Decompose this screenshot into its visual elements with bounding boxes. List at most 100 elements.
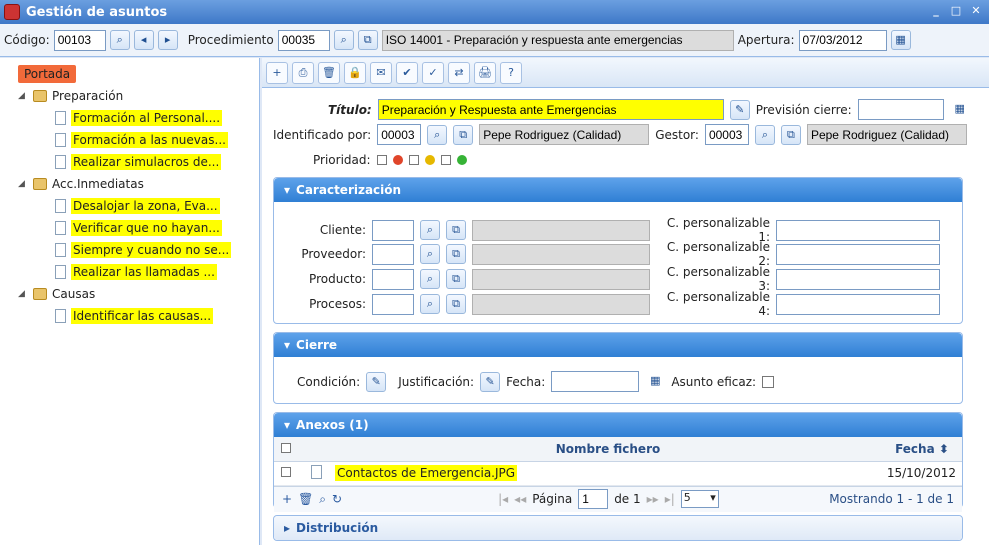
select-all-checkbox[interactable] <box>281 442 291 453</box>
tree-item[interactable]: Identificar las causas... <box>55 306 214 326</box>
search-icon[interactable]: ⌕ <box>420 220 440 240</box>
next-page-icon[interactable]: ▸▸ <box>647 492 659 506</box>
expand-icon[interactable]: ◢ <box>18 289 28 299</box>
cliente-field[interactable] <box>372 219 414 241</box>
print-button[interactable]: 🖨 <box>474 61 496 84</box>
tree-item-label[interactable]: Verificar que no hayan... <box>71 220 222 236</box>
custom-field-1[interactable] <box>776 219 940 241</box>
close-button[interactable]: ✕ <box>969 4 983 18</box>
open-icon[interactable]: ⧉ <box>446 220 466 240</box>
tree-item-label[interactable]: Formación a las nuevas... <box>71 132 228 148</box>
next-icon[interactable]: ▸ <box>157 30 178 50</box>
tree-item-label[interactable]: Desalojar la zona, Eva... <box>71 198 220 214</box>
tree-item[interactable]: Desalojar la zona, Eva... <box>55 196 220 216</box>
nombre-column-header[interactable]: Nombre fichero <box>334 437 882 462</box>
eficaz-checkbox[interactable] <box>762 375 775 388</box>
tree-item-label[interactable]: Formación al Personal.... <box>71 110 223 126</box>
file-name[interactable]: Contactos de Emergencia.JPG <box>335 465 518 481</box>
custom-field-4[interactable] <box>776 293 940 315</box>
sort-icon[interactable]: ⬍ <box>939 442 949 456</box>
approve-button[interactable]: ✔ <box>396 61 418 84</box>
prevision-date-field[interactable] <box>857 99 944 120</box>
collapse-icon[interactable]: ▾ <box>284 418 290 432</box>
custom-field-3[interactable] <box>776 268 940 290</box>
codigo-field[interactable] <box>53 29 106 51</box>
row-checkbox[interactable] <box>281 467 291 477</box>
distribucion-header[interactable]: ▸ Distribución <box>274 516 962 540</box>
tree-item[interactable]: Realizar las llamadas ... <box>55 262 217 282</box>
tree-root-label[interactable]: Portada <box>18 65 77 83</box>
comment-icon[interactable]: ✎ <box>480 371 501 392</box>
add-button[interactable]: + <box>266 61 288 84</box>
tree-item[interactable]: Siempre y cuando no se... <box>55 240 232 260</box>
maximize-button[interactable]: □ <box>949 4 963 18</box>
collapse-icon[interactable]: ▾ <box>284 183 290 197</box>
open-icon[interactable]: ⧉ <box>780 124 801 145</box>
check-button[interactable]: ✓ <box>422 61 444 84</box>
search-icon[interactable]: ⌕ <box>109 30 130 50</box>
anexos-header[interactable]: ▾ Anexos (1) <box>274 413 962 437</box>
search-icon[interactable]: ⌕ <box>427 124 448 145</box>
refresh-icon[interactable]: ↻ <box>332 492 342 506</box>
open-icon[interactable]: ⧉ <box>446 294 466 314</box>
expand-icon[interactable]: ▸ <box>284 521 290 535</box>
open-procedimiento-icon[interactable]: ⧉ <box>357 30 378 50</box>
proveedor-field[interactable] <box>372 243 414 265</box>
search-icon[interactable]: ⌕ <box>754 124 775 145</box>
tree-group-label[interactable]: Causas <box>52 287 95 301</box>
calendar-icon[interactable]: ▦ <box>950 100 970 120</box>
mail-button[interactable]: ✉ <box>370 61 392 84</box>
search-icon[interactable]: ⌕ <box>319 492 326 507</box>
tree-item[interactable]: Verificar que no hayan... <box>55 218 222 238</box>
first-page-icon[interactable]: |◂ <box>498 492 508 506</box>
calendar-icon[interactable]: ▦ <box>645 372 665 392</box>
caracterizacion-header[interactable]: ▾ Caracterización <box>274 178 962 202</box>
tree-item-label[interactable]: Identificar las causas... <box>71 308 214 324</box>
custom-field-2[interactable] <box>776 243 940 265</box>
apertura-date-field[interactable] <box>798 29 887 51</box>
priority-medium-checkbox[interactable] <box>408 155 419 165</box>
prev-icon[interactable]: ◂ <box>133 30 154 50</box>
open-icon[interactable]: ⧉ <box>446 244 466 264</box>
expand-icon[interactable]: ◢ <box>18 179 28 189</box>
add-file-icon[interactable]: + <box>282 492 292 506</box>
tree-item[interactable]: Formación al Personal.... <box>55 108 223 128</box>
procedimiento-field[interactable] <box>277 29 330 51</box>
tree-group-causas[interactable]: ◢ Causas <box>18 284 95 304</box>
tree-item[interactable]: Realizar simulacros de... <box>55 152 222 172</box>
tree-item-label[interactable]: Realizar simulacros de... <box>71 154 222 170</box>
collapse-icon[interactable]: ▾ <box>284 338 290 352</box>
tree-group-acc-inmediatas[interactable]: ◢ Acc.Inmediatas <box>18 174 144 194</box>
search-procedimiento-icon[interactable]: ⌕ <box>333 30 354 50</box>
priority-high-checkbox[interactable] <box>376 155 387 165</box>
tree-group-label[interactable]: Acc.Inmediatas <box>52 177 144 191</box>
comment-icon[interactable]: ✎ <box>366 371 387 392</box>
fecha-column-header[interactable]: Fecha ⬍ <box>882 437 962 462</box>
producto-field[interactable] <box>372 268 414 290</box>
fecha-field[interactable] <box>551 371 640 392</box>
open-icon[interactable]: ⧉ <box>446 269 466 289</box>
transfer-button[interactable]: ⇄ <box>448 61 470 84</box>
open-icon[interactable]: ⧉ <box>453 124 474 145</box>
priority-low-checkbox[interactable] <box>440 155 451 165</box>
minimize-button[interactable]: _ <box>929 4 943 18</box>
procesos-field[interactable] <box>372 293 414 315</box>
search-icon[interactable]: ⌕ <box>420 244 440 264</box>
tree-item-label[interactable]: Realizar las llamadas ... <box>71 264 217 280</box>
search-icon[interactable]: ⌕ <box>420 269 440 289</box>
titulo-field[interactable] <box>377 99 724 120</box>
tree-item[interactable]: Formación a las nuevas... <box>55 130 228 150</box>
page-size-select[interactable]: 5 ▾ <box>680 490 719 508</box>
save-button[interactable]: ⎙ <box>292 61 314 84</box>
tree-item-label[interactable]: Siempre y cuando no se... <box>71 242 232 258</box>
search-icon[interactable]: ⌕ <box>420 294 440 314</box>
comment-icon[interactable]: ✎ <box>729 99 750 120</box>
tree-root[interactable]: Portada <box>18 64 77 84</box>
delete-button[interactable]: 🗑 <box>318 61 340 84</box>
delete-file-icon[interactable]: 🗑 <box>298 492 313 506</box>
expand-icon[interactable]: ◢ <box>18 91 28 101</box>
tree-group-preparacion[interactable]: ◢ Preparación <box>18 86 123 106</box>
calendar-icon[interactable]: ▦ <box>890 30 911 50</box>
lock-button[interactable]: 🔒 <box>344 61 366 84</box>
page-input[interactable] <box>578 489 609 509</box>
